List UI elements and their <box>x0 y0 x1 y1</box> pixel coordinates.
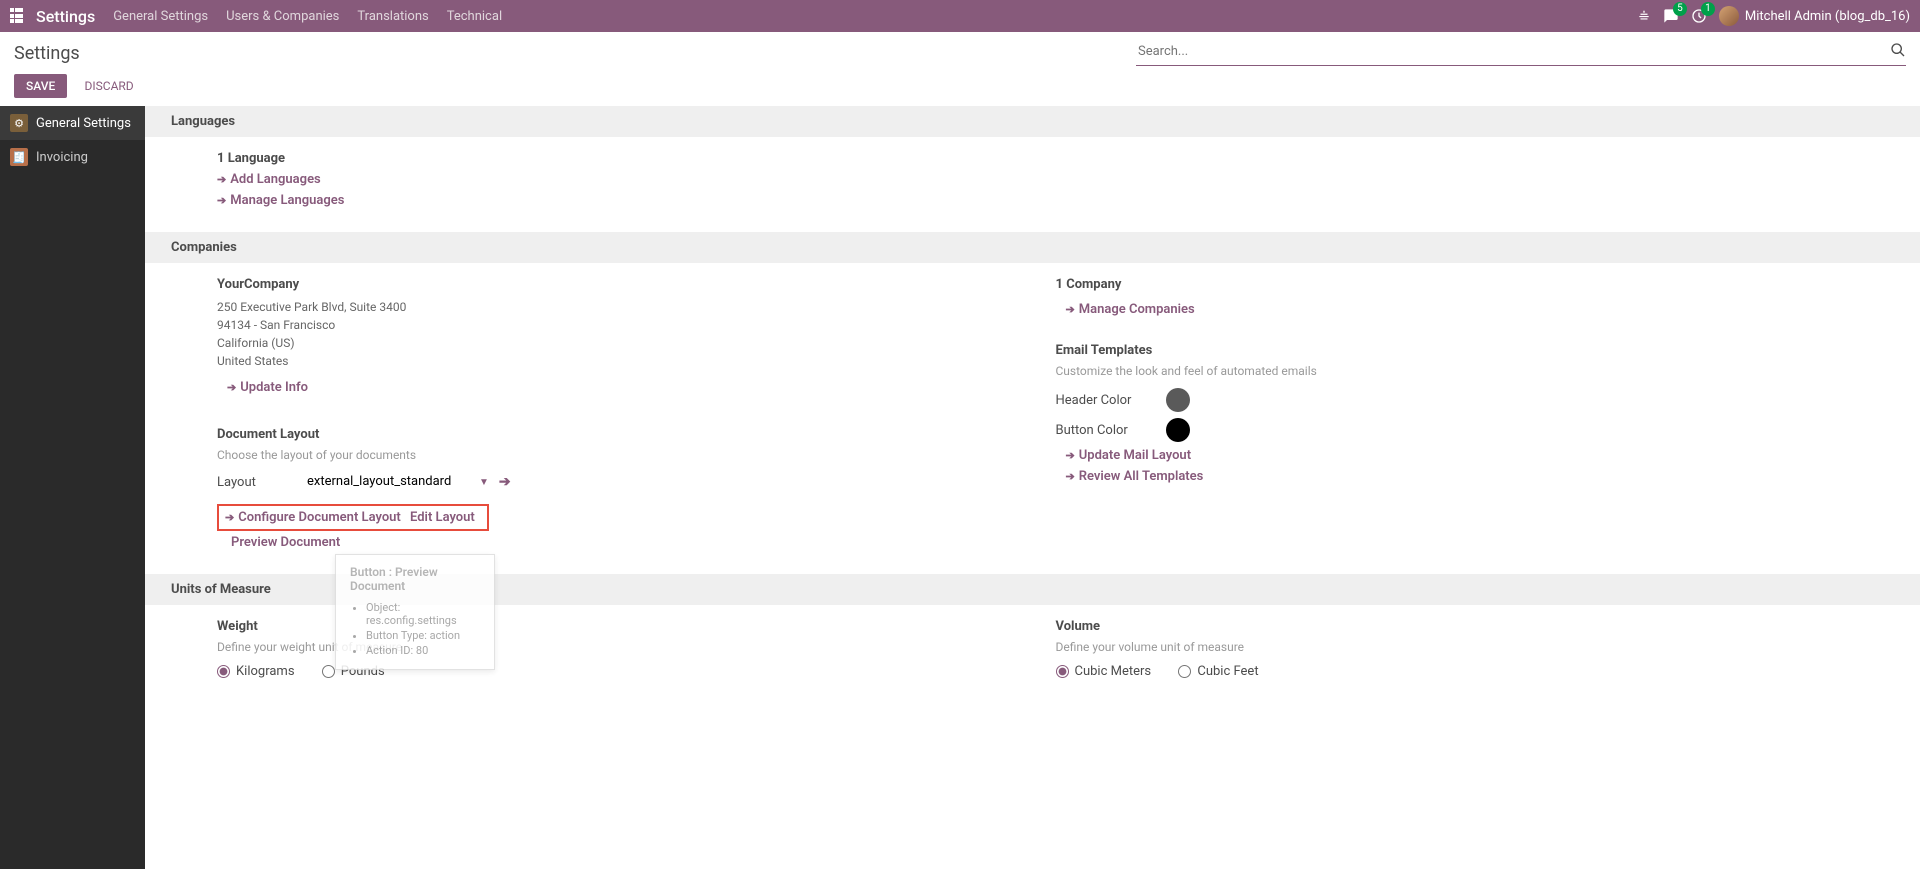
messages-badge: 5 <box>1673 2 1687 16</box>
highlight-box: ➔Configure Document Layout Edit Layout <box>217 504 489 531</box>
external-link-icon[interactable]: ➔ <box>499 474 511 490</box>
company-addr3: California (US) <box>217 334 1036 352</box>
button-color-label: Button Color <box>1056 423 1166 438</box>
layout-select[interactable] <box>307 472 473 492</box>
radio-cubic-feet[interactable]: Cubic Feet <box>1178 664 1258 679</box>
company-addr2: 94134 - San Francisco <box>217 316 1036 334</box>
update-info-link[interactable]: ➔Update Info <box>227 380 308 395</box>
avatar[interactable] <box>1719 6 1739 26</box>
discard-button[interactable]: DISCARD <box>75 74 144 98</box>
debug-tooltip: Button : Preview Document Object: res.co… <box>335 554 495 670</box>
user-name[interactable]: Mitchell Admin (blog_db_16) <box>1745 9 1910 24</box>
gear-icon: ⚙ <box>10 114 28 132</box>
email-templates-desc: Customize the look and feel of automated… <box>1056 364 1875 378</box>
nav-translations[interactable]: Translations <box>357 9 428 24</box>
section-companies: Companies <box>145 232 1920 263</box>
manage-companies-link[interactable]: ➔Manage Companies <box>1066 302 1195 317</box>
language-count: 1 Language <box>217 151 1894 166</box>
search-icon[interactable] <box>1890 42 1906 62</box>
sidebar-item-invoicing[interactable]: 🧾 Invoicing <box>0 140 145 174</box>
tooltip-title: Button : Preview Document <box>350 565 480 593</box>
button-color-swatch[interactable] <box>1166 418 1190 442</box>
tooltip-type: Button Type: action <box>366 629 480 642</box>
configure-doc-layout-link[interactable]: ➔Configure Document Layout <box>225 510 401 525</box>
company-addr4: United States <box>217 352 1036 370</box>
tooltip-object: Object: res.config.settings <box>366 601 480 627</box>
doc-layout-title: Document Layout <box>217 427 1036 442</box>
radio-kilograms[interactable]: Kilograms <box>217 664 295 679</box>
volume-desc: Define your volume unit of measure <box>1056 640 1875 654</box>
manage-languages-link[interactable]: ➔Manage Languages <box>217 193 344 208</box>
search-box <box>1136 40 1906 66</box>
activities-badge: 1 <box>1701 2 1715 16</box>
tooltip-action: Action ID: 80 <box>366 644 480 657</box>
content: Languages 1 Language ➔Add Languages ➔Man… <box>145 106 1920 869</box>
debug-icon[interactable] <box>1637 9 1651 23</box>
preview-document-link[interactable]: Preview Document <box>231 535 340 550</box>
nav-users-companies[interactable]: Users & Companies <box>226 9 339 24</box>
add-languages-link[interactable]: ➔Add Languages <box>217 172 321 187</box>
messages-icon[interactable]: 5 <box>1663 8 1679 24</box>
email-templates-title: Email Templates <box>1056 343 1875 358</box>
sidebar-item-label: General Settings <box>36 116 131 131</box>
apps-icon[interactable] <box>10 8 26 24</box>
page-title: Settings <box>14 43 80 64</box>
invoice-icon: 🧾 <box>10 148 28 166</box>
nav-technical[interactable]: Technical <box>447 9 502 24</box>
search-input[interactable] <box>1136 40 1884 63</box>
doc-layout-desc: Choose the layout of your documents <box>217 448 1036 462</box>
nav-general-settings[interactable]: General Settings <box>113 9 208 24</box>
layout-label: Layout <box>217 475 307 490</box>
header-color-swatch[interactable] <box>1166 388 1190 412</box>
company-name: YourCompany <box>217 277 1036 292</box>
review-templates-link[interactable]: ➔Review All Templates <box>1066 469 1204 484</box>
company-addr1: 250 Executive Park Blvd, Suite 3400 <box>217 298 1036 316</box>
sidebar-item-label: Invoicing <box>36 150 88 165</box>
update-mail-layout-link[interactable]: ➔Update Mail Layout <box>1066 448 1192 463</box>
sidebar: ⚙ General Settings 🧾 Invoicing <box>0 106 145 869</box>
activities-icon[interactable]: 1 <box>1691 8 1707 24</box>
company-count: 1 Company <box>1056 277 1875 292</box>
section-languages: Languages <box>145 106 1920 137</box>
edit-layout-link[interactable]: Edit Layout <box>410 510 475 525</box>
top-nav: Settings General Settings Users & Compan… <box>0 0 1920 32</box>
app-title: Settings <box>36 7 95 26</box>
sidebar-item-general-settings[interactable]: ⚙ General Settings <box>0 106 145 140</box>
actions: SAVE DISCARD <box>0 66 1920 106</box>
volume-title: Volume <box>1056 619 1875 634</box>
chevron-down-icon[interactable]: ▼ <box>475 477 493 488</box>
radio-cubic-meters[interactable]: Cubic Meters <box>1056 664 1152 679</box>
header-color-label: Header Color <box>1056 393 1166 408</box>
sub-header: Settings <box>0 32 1920 66</box>
save-button[interactable]: SAVE <box>14 74 67 98</box>
